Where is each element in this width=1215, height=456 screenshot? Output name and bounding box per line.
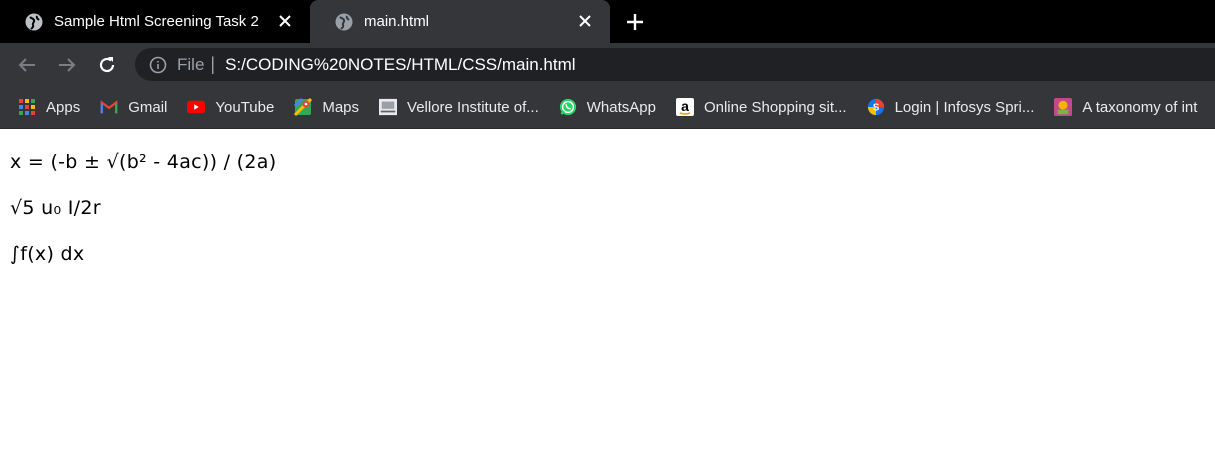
taxonomy-site-icon bbox=[1054, 98, 1073, 116]
apps-grid-icon bbox=[18, 98, 36, 116]
url-text[interactable]: S:/CODING%20NOTES/HTML/CSS/main.html bbox=[225, 55, 575, 75]
bookmark-label: Vellore Institute of... bbox=[407, 98, 539, 116]
bookmark-label: A taxonomy of int bbox=[1082, 98, 1198, 116]
url-scheme-label: File bbox=[177, 54, 205, 74]
address-bar[interactable]: File | S:/CODING%20NOTES/HTML/CSS/main.h… bbox=[135, 48, 1215, 81]
gmail-icon bbox=[100, 98, 118, 116]
info-icon[interactable] bbox=[149, 56, 167, 74]
bookmark-label: Login | Infosys Spri... bbox=[894, 98, 1035, 116]
bookmarks-bar: Apps Gmail YouTube Maps Vellore Institut… bbox=[0, 86, 1215, 129]
bookmark-label: Apps bbox=[46, 98, 81, 116]
back-arrow-icon[interactable] bbox=[15, 53, 39, 77]
bookmark-label: Maps bbox=[322, 98, 360, 116]
close-tab-icon[interactable] bbox=[576, 12, 594, 30]
url-separator: | bbox=[210, 54, 216, 74]
forward-arrow-icon[interactable] bbox=[55, 53, 79, 77]
bookmark-whatsapp[interactable]: WhatsApp bbox=[559, 98, 656, 116]
svg-text:S: S bbox=[872, 103, 879, 114]
browser-chrome: Sample Html Screening Task 2 main.html F… bbox=[0, 0, 1215, 129]
bookmark-infosys[interactable]: S Login | Infosys Spri... bbox=[867, 98, 1035, 116]
youtube-icon bbox=[187, 98, 206, 116]
tab-sample-html-screening[interactable]: Sample Html Screening Task 2 bbox=[0, 0, 310, 43]
toolbar: File | S:/CODING%20NOTES/HTML/CSS/main.h… bbox=[0, 43, 1215, 86]
amazon-icon: a bbox=[675, 98, 694, 116]
bookmark-label: YouTube bbox=[215, 98, 275, 116]
vit-logo-icon bbox=[379, 98, 398, 116]
magnetic-field-formula-text: √5 u₀ I/2r bbox=[10, 197, 101, 219]
bookmark-vit[interactable]: Vellore Institute of... bbox=[379, 98, 539, 116]
integral-text: ∫f(x) dx bbox=[10, 243, 85, 265]
reload-icon[interactable] bbox=[95, 53, 119, 77]
infosys-springboard-icon: S bbox=[867, 98, 885, 116]
maps-icon bbox=[294, 98, 313, 116]
globe-icon bbox=[25, 13, 43, 30]
quadratic-formula-text: x = (-b ± √(b² - 4ac)) / (2a) bbox=[10, 151, 277, 173]
bookmark-amazon[interactable]: a Online Shopping sit... bbox=[675, 98, 847, 116]
svg-text:a: a bbox=[681, 98, 689, 114]
bookmark-taxonomy[interactable]: A taxonomy of int bbox=[1054, 98, 1197, 116]
new-tab-plus-icon[interactable] bbox=[622, 9, 648, 35]
tab-strip: Sample Html Screening Task 2 main.html bbox=[0, 0, 1215, 43]
tab-title: Sample Html Screening Task 2 bbox=[54, 13, 259, 30]
bookmark-label: Gmail bbox=[128, 98, 168, 116]
whatsapp-icon bbox=[559, 98, 577, 116]
globe-icon bbox=[335, 13, 353, 30]
page-content: x = (-b ± √(b² - 4ac)) / (2a) √5 u₀ I/2r… bbox=[0, 129, 1215, 265]
close-tab-icon[interactable] bbox=[276, 12, 294, 30]
bookmark-gmail[interactable]: Gmail bbox=[100, 98, 167, 116]
bookmark-youtube[interactable]: YouTube bbox=[187, 98, 274, 116]
tab-title: main.html bbox=[364, 13, 430, 30]
bookmark-apps[interactable]: Apps bbox=[18, 98, 80, 116]
bookmark-maps[interactable]: Maps bbox=[294, 98, 359, 116]
bookmark-label: Online Shopping sit... bbox=[703, 98, 847, 116]
tab-main-html[interactable]: main.html bbox=[310, 0, 610, 43]
bookmark-label: WhatsApp bbox=[586, 98, 656, 116]
